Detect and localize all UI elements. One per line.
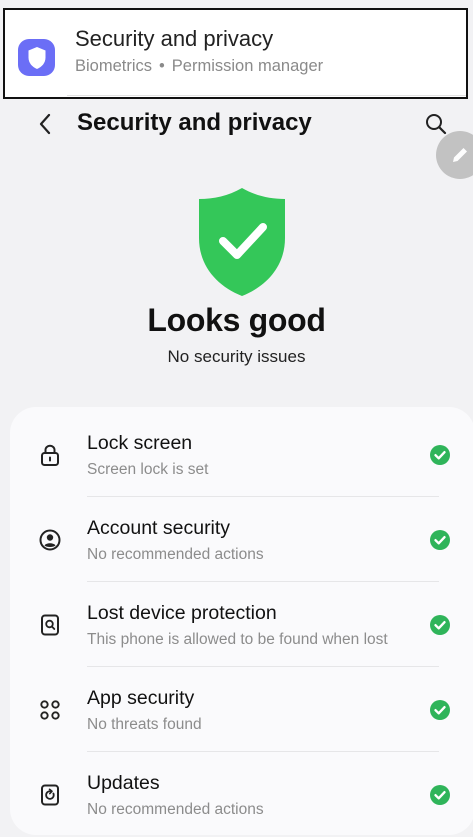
check-circle-icon [430, 445, 450, 465]
search-result-subtitle: Biometrics • Permission manager [75, 57, 323, 76]
pencil-icon [453, 148, 467, 162]
subtitle-biometrics: Biometrics [75, 57, 153, 75]
search-icon [426, 114, 447, 135]
subtitle-separator: • [159, 57, 165, 75]
find-device-icon [37, 612, 63, 638]
item-subtitle: No recommended actions [87, 546, 264, 563]
security-items-list: Lock screen Screen lock is set Account s… [10, 407, 473, 835]
edit-button[interactable] [436, 131, 473, 179]
check-circle-icon [430, 785, 450, 805]
list-item-updates[interactable]: Updates No recommended actions [10, 752, 473, 837]
apps-grid-icon [37, 697, 63, 723]
shield-check-icon [199, 188, 285, 296]
lock-icon [37, 442, 63, 468]
update-icon [37, 782, 63, 808]
search-result-card[interactable]: Security and privacy Biometrics • Permissi… [3, 8, 468, 99]
item-subtitle: Screen lock is set [87, 461, 209, 478]
status-title: Looks good [147, 302, 326, 338]
item-title: Lock screen [87, 432, 193, 454]
item-title: Account security [87, 517, 231, 539]
item-subtitle: No threats found [87, 716, 202, 733]
page-title: Security and privacy [77, 109, 312, 136]
chevron-left-icon [39, 113, 51, 135]
search-result-title: Security and privacy [75, 26, 274, 51]
status-subtitle: No security issues [167, 347, 306, 366]
app-header: Security and privacy [0, 100, 473, 150]
item-title: Lost device protection [87, 602, 277, 624]
back-button[interactable] [30, 109, 60, 139]
subtitle-permission-manager: Permission manager [171, 57, 324, 75]
item-subtitle: This phone is allowed to be found when l… [87, 631, 388, 648]
account-circle-icon [37, 527, 63, 553]
list-item-lock-screen[interactable]: Lock screen Screen lock is set [10, 412, 473, 497]
list-item-app-security[interactable]: App security No threats found [10, 667, 473, 752]
item-subtitle: No recommended actions [87, 801, 264, 818]
check-circle-icon [430, 615, 450, 635]
divider [67, 95, 466, 96]
list-item-lost-device-protection[interactable]: Lost device protection This phone is all… [10, 582, 473, 667]
list-item-account-security[interactable]: Account security No recommended actions [10, 497, 473, 582]
check-circle-icon [430, 530, 450, 550]
check-circle-icon [430, 700, 450, 720]
shield-icon [18, 39, 55, 76]
item-title: Updates [87, 772, 160, 794]
item-title: App security [87, 687, 195, 709]
